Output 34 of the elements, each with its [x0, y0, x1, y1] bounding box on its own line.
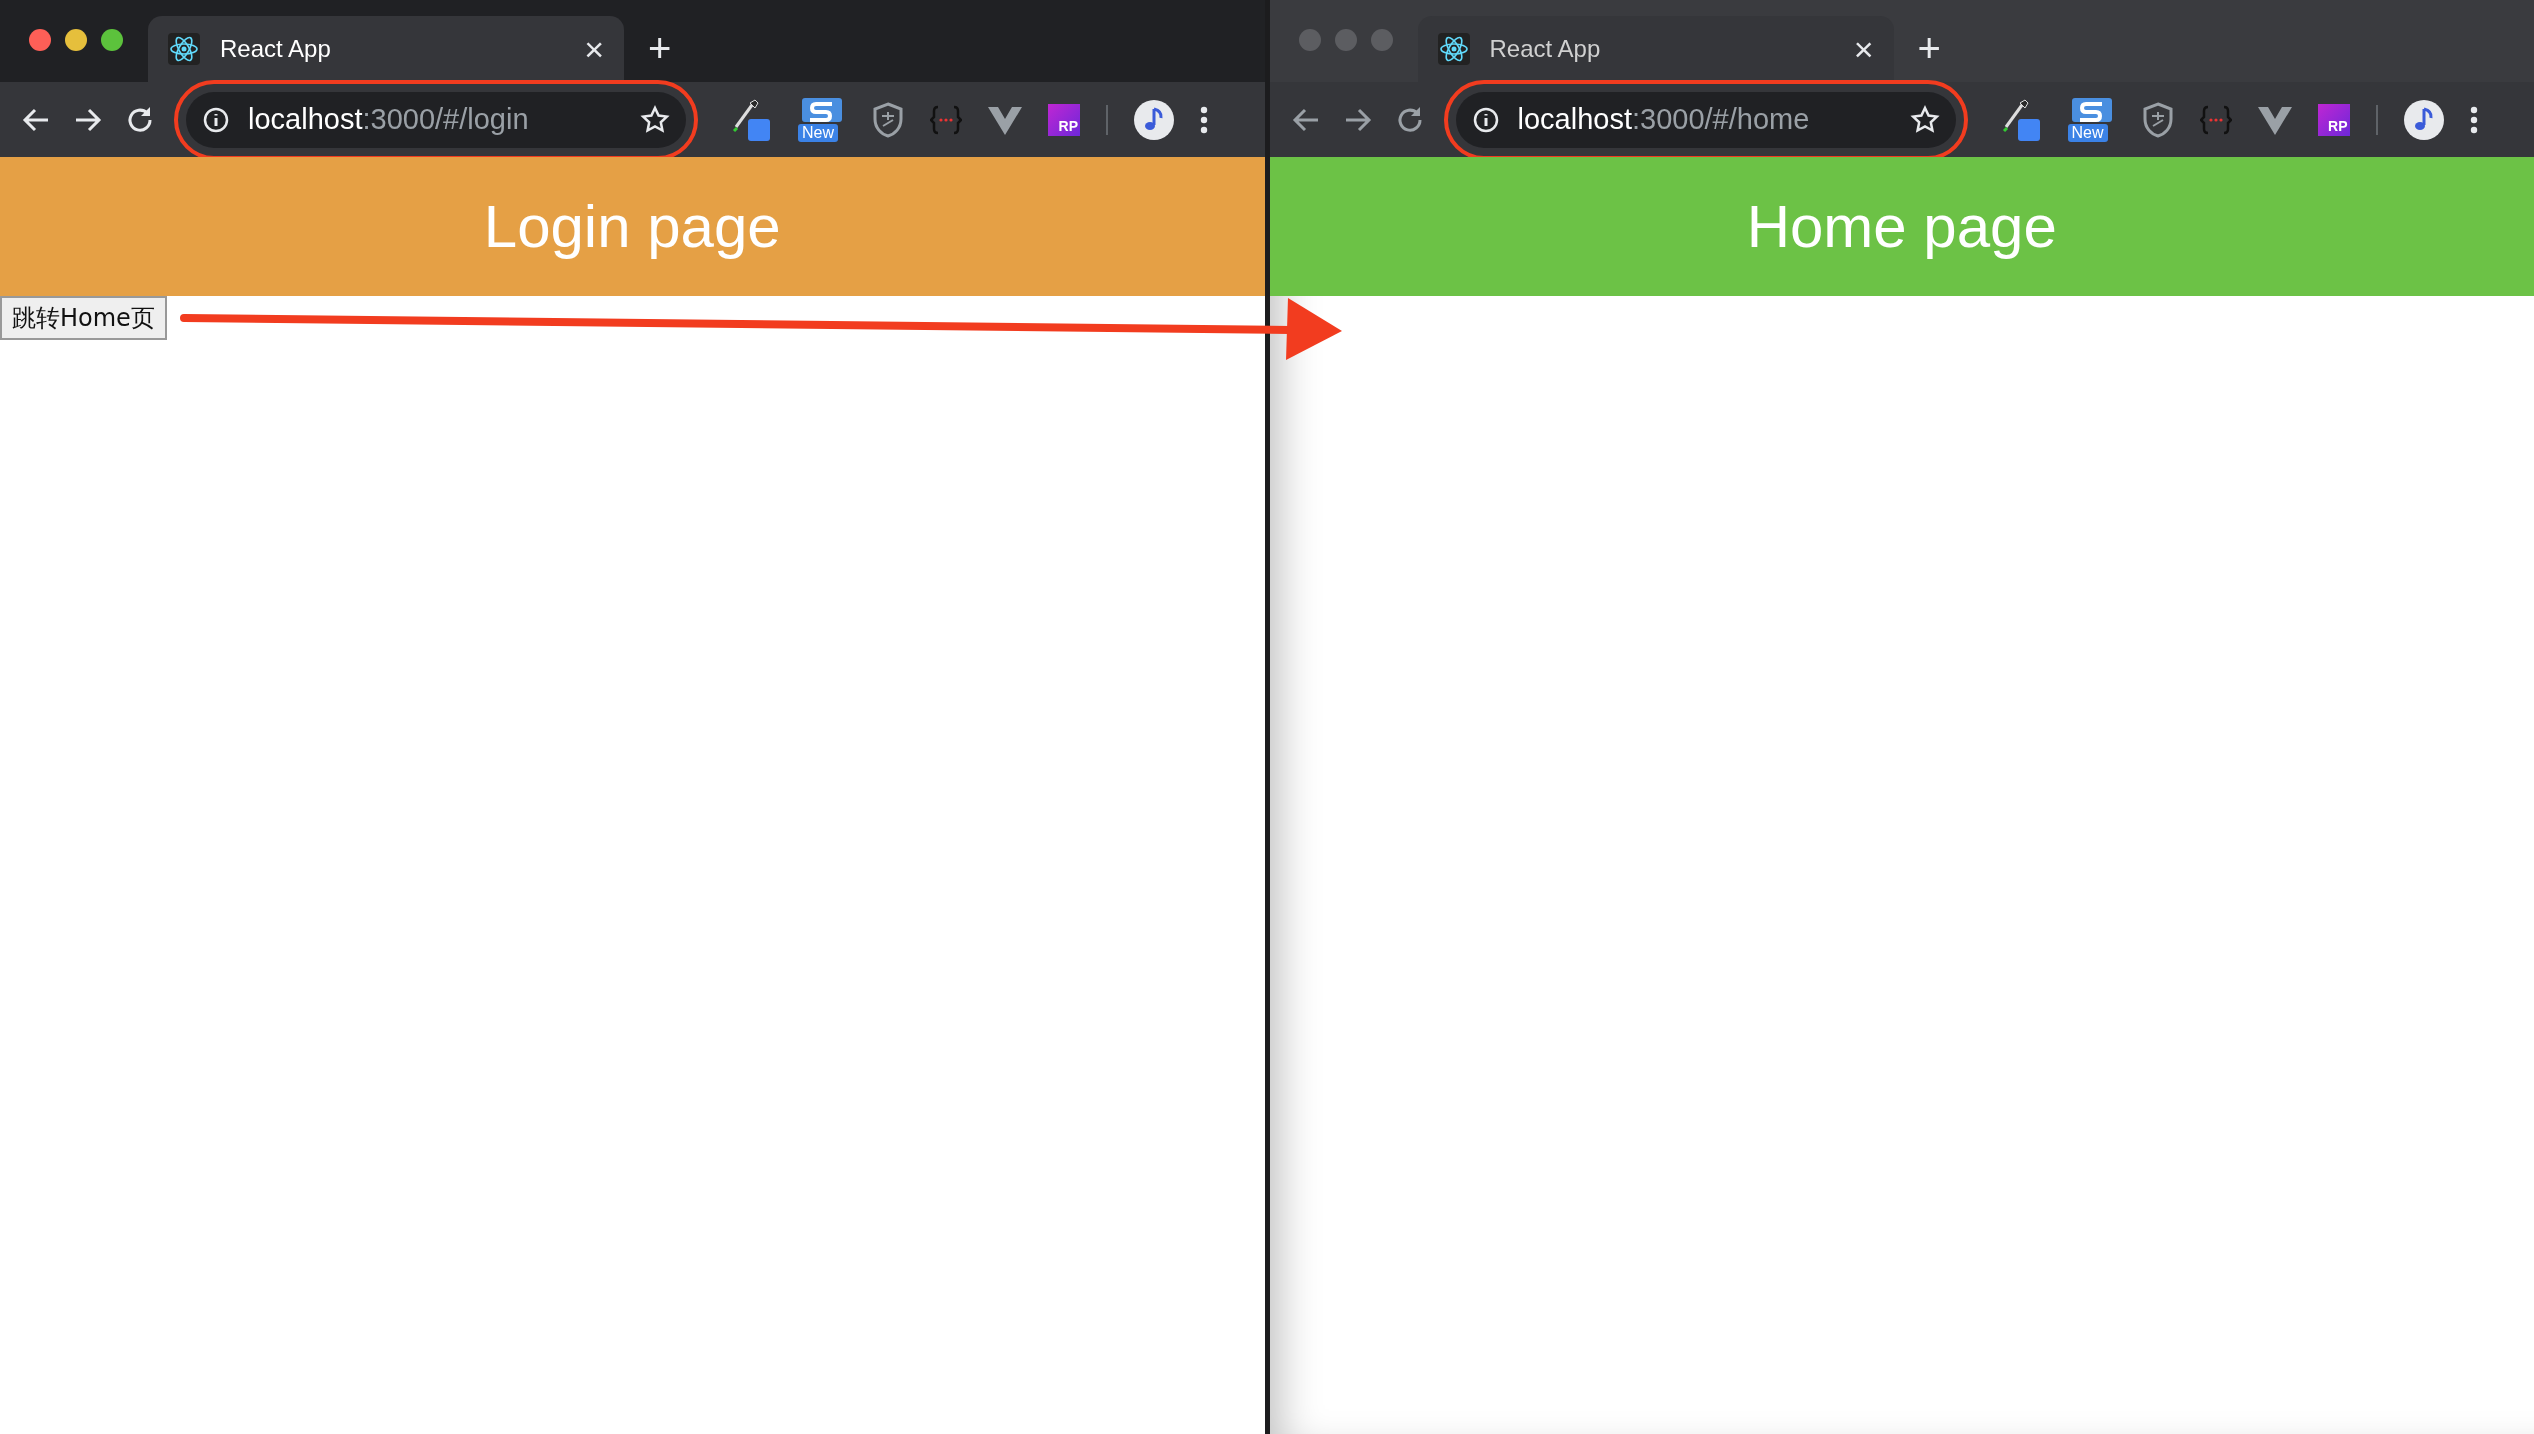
atom-icon — [168, 33, 200, 65]
avatar-icon[interactable] — [1134, 99, 1174, 140]
rp-icon[interactable]: RP — [1048, 103, 1080, 136]
new-tab-button[interactable]: + — [648, 28, 672, 68]
tab-title: React App — [220, 35, 332, 63]
avatar-icon[interactable] — [2403, 99, 2444, 140]
info-icon[interactable] — [1471, 105, 1500, 134]
new-badge: New — [798, 123, 838, 142]
navigate-button[interactable]: 跳转Home页 — [0, 296, 167, 340]
url-text: localhost:3000/#/login — [248, 103, 530, 136]
page-heading: Home page — [1746, 192, 2057, 261]
close-tab-button[interactable]: × — [1853, 29, 1874, 69]
page-heading: Login page — [483, 192, 781, 261]
browser-tab[interactable]: React App × — [148, 16, 624, 82]
atom-icon — [1437, 33, 1470, 65]
shield-icon[interactable] — [2141, 101, 2174, 138]
window-controls-icon[interactable] — [28, 28, 124, 52]
star-icon[interactable] — [640, 104, 670, 135]
menu-icon[interactable] — [2469, 105, 2478, 134]
new-badge: New — [2067, 123, 2108, 142]
star-icon[interactable] — [1909, 104, 1940, 135]
browser-tab[interactable]: React App × — [1417, 16, 1894, 82]
shield-icon[interactable] — [872, 101, 904, 138]
info-icon[interactable] — [202, 105, 230, 134]
v-logo-icon[interactable] — [988, 104, 1022, 135]
eyedropper-icon[interactable] — [2001, 98, 2042, 141]
rp-icon[interactable]: RP — [2317, 103, 2350, 136]
close-tab-button[interactable]: × — [584, 29, 604, 69]
new-tab-button[interactable]: + — [1917, 28, 1941, 68]
v-logo-icon[interactable] — [2257, 104, 2292, 135]
tab-title: React App — [1489, 35, 1602, 63]
url-text: localhost:3000/#/home — [1517, 103, 1811, 136]
menu-icon[interactable] — [1200, 105, 1208, 134]
eyedropper-icon[interactable] — [732, 98, 772, 141]
